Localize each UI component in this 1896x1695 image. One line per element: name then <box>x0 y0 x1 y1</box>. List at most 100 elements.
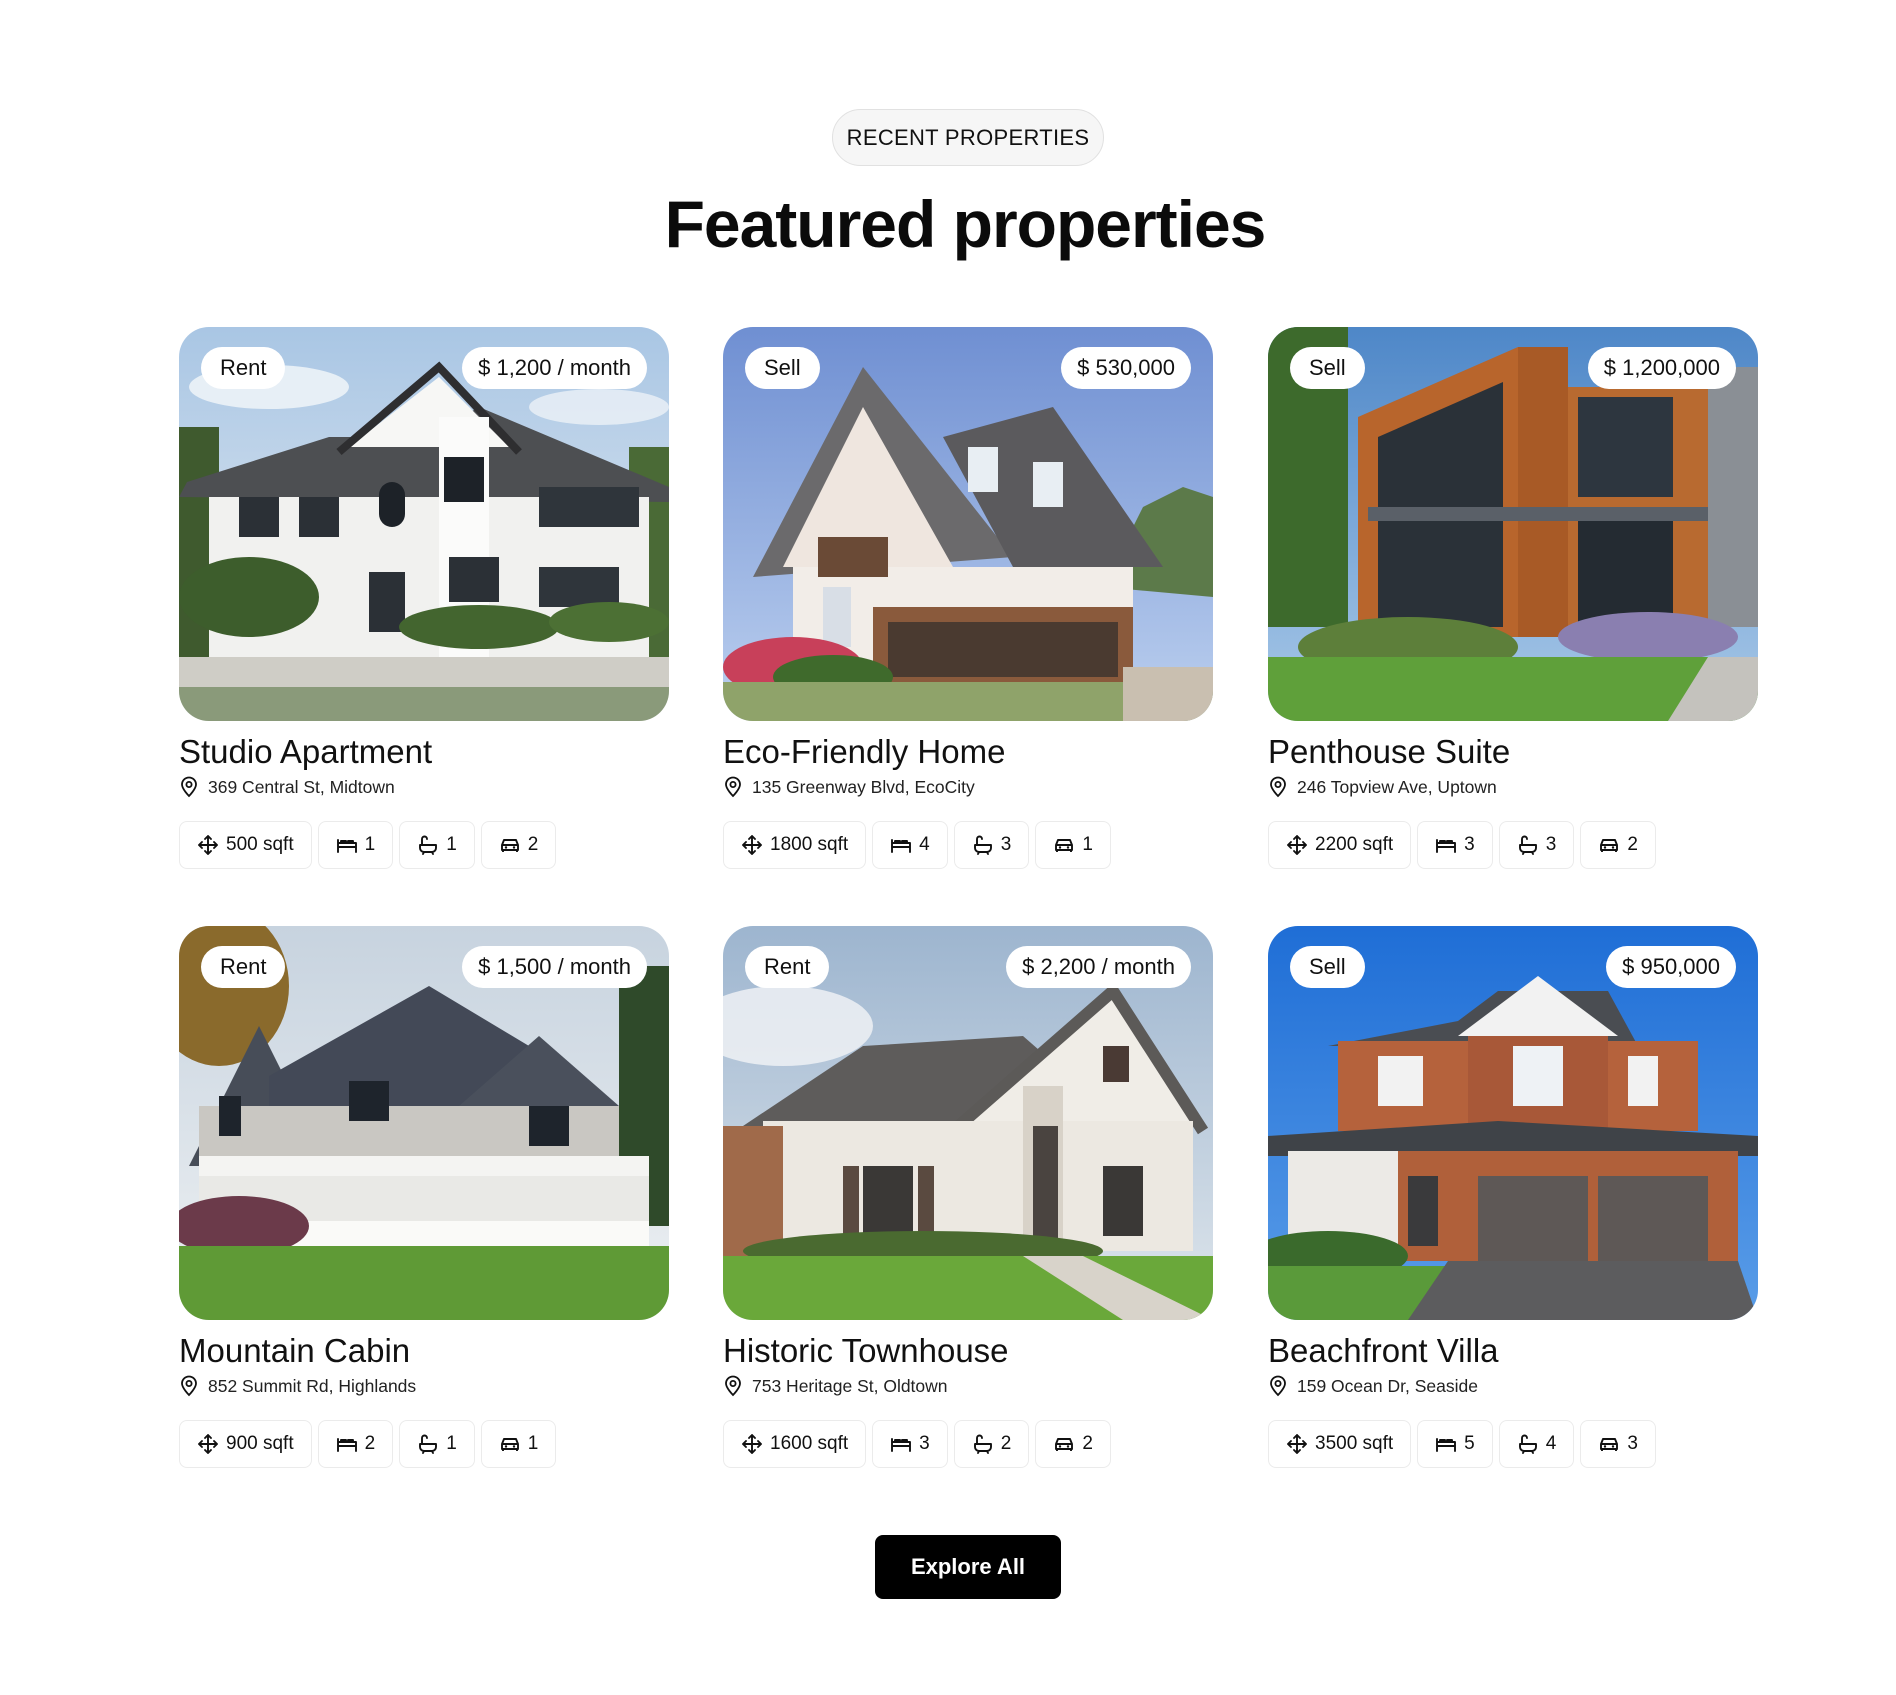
property-photo[interactable]: Rent $ 2,200 / month <box>723 926 1213 1320</box>
garage-spec: 1 <box>480 1420 557 1468</box>
move-arrows-icon <box>1287 835 1307 855</box>
beds-spec: 5 <box>1417 1420 1493 1468</box>
property-card[interactable]: Rent $ 2,200 / month Historic Townhouse … <box>723 926 1213 1468</box>
area-spec: 2200 sqft <box>1268 821 1412 869</box>
price-badge: $ 1,200,000 <box>1587 347 1736 389</box>
baths-spec: 3 <box>953 821 1030 869</box>
address-text: 753 Heritage St, Oldtown <box>752 1375 948 1396</box>
address-text: 135 Greenway Blvd, EcoCity <box>752 776 975 797</box>
page-title: Featured properties <box>664 187 1267 261</box>
address-text: 369 Central St, Midtown <box>208 776 395 797</box>
area-spec: 1600 sqft <box>723 1420 867 1468</box>
listing-status-badge: Rent <box>201 946 286 988</box>
map-pin-icon <box>725 776 741 798</box>
property-title[interactable]: Mountain Cabin <box>179 1332 669 1370</box>
property-address: 753 Heritage St, Oldtown <box>723 1374 1213 1398</box>
property-address: 852 Summit Rd, Highlands <box>179 1374 669 1398</box>
bathtub-icon <box>419 1434 438 1454</box>
garage-spec: 2 <box>1580 821 1656 869</box>
price-badge: $ 950,000 <box>1606 946 1736 988</box>
listing-status-badge: Sell <box>745 347 820 389</box>
move-arrows-icon <box>1287 1434 1307 1454</box>
beds-spec: 4 <box>872 821 948 869</box>
baths-spec: 3 <box>1498 821 1575 869</box>
property-photo[interactable]: Sell $ 530,000 <box>723 327 1213 721</box>
baths-spec: 1 <box>399 821 475 869</box>
property-title[interactable]: Historic Townhouse <box>723 1332 1213 1370</box>
property-address: 246 Topview Ave, Uptown <box>1268 775 1758 799</box>
map-pin-icon <box>725 1375 741 1397</box>
car-icon <box>1055 1438 1074 1451</box>
beds-spec: 1 <box>317 821 394 869</box>
area-spec: 3500 sqft <box>1268 1420 1412 1468</box>
beds-spec: 3 <box>1417 821 1493 869</box>
property-photo[interactable]: Sell $ 950,000 <box>1268 926 1758 1320</box>
price-badge: $ 1,200 / month <box>462 347 647 389</box>
move-arrows-icon <box>198 1434 218 1454</box>
bed-icon <box>336 839 357 853</box>
property-photo[interactable]: Rent $ 1,500 / month <box>179 926 669 1320</box>
section-eyebrow: RECENT PROPERTIES <box>832 109 1104 166</box>
address-text: 852 Summit Rd, Highlands <box>208 1375 417 1396</box>
garage-spec: 2 <box>480 821 557 869</box>
property-photo[interactable]: Rent $ 1,200 / month <box>179 327 669 721</box>
property-specs: 2200 sqft 3 3 2 <box>1268 821 1758 869</box>
bed-icon <box>336 1438 357 1452</box>
map-pin-icon <box>1270 776 1286 798</box>
area-spec: 900 sqft <box>179 1420 312 1468</box>
garage-spec: 3 <box>1580 1420 1656 1468</box>
property-specs: 3500 sqft 5 4 3 <box>1268 1420 1758 1468</box>
property-title[interactable]: Studio Apartment <box>179 733 669 771</box>
property-card[interactable]: Rent $ 1,200 / month Studio Apartment 36… <box>179 327 669 869</box>
property-card[interactable]: Rent $ 1,500 / month Mountain Cabin 852 … <box>179 926 669 1468</box>
garage-spec: 2 <box>1035 1420 1111 1468</box>
beds-spec: 2 <box>317 1420 394 1468</box>
property-specs: 1600 sqft 3 2 2 <box>723 1420 1213 1468</box>
listing-status-badge: Sell <box>1290 946 1365 988</box>
car-icon <box>500 1438 519 1451</box>
bathtub-icon <box>1518 1434 1537 1454</box>
move-arrows-icon <box>742 1434 762 1454</box>
baths-spec: 4 <box>1498 1420 1575 1468</box>
listing-status-badge: Rent <box>745 946 830 988</box>
property-specs: 900 sqft 2 1 1 <box>179 1420 669 1468</box>
price-badge: $ 1,500 / month <box>462 946 647 988</box>
property-photo[interactable]: Sell $ 1,200,000 <box>1268 327 1758 721</box>
car-icon <box>1600 1438 1619 1451</box>
bathtub-icon <box>419 835 438 855</box>
bathtub-icon <box>973 835 992 855</box>
listing-status-badge: Rent <box>201 347 286 389</box>
bed-icon <box>891 1438 912 1452</box>
property-specs: 1800 sqft 4 3 1 <box>723 821 1213 869</box>
price-badge: $ 2,200 / month <box>1006 946 1191 988</box>
listing-status-badge: Sell <box>1290 347 1365 389</box>
move-arrows-icon <box>198 835 218 855</box>
property-address: 135 Greenway Blvd, EcoCity <box>723 775 1213 799</box>
property-specs: 500 sqft 1 1 2 <box>179 821 669 869</box>
address-text: 159 Ocean Dr, Seaside <box>1297 1375 1478 1396</box>
baths-spec: 1 <box>399 1420 475 1468</box>
bed-icon <box>1436 839 1457 853</box>
bed-icon <box>891 839 912 853</box>
property-address: 369 Central St, Midtown <box>179 775 669 799</box>
property-card[interactable]: Sell $ 530,000 Eco-Friendly Home 135 Gre… <box>723 327 1213 869</box>
bed-icon <box>1436 1438 1457 1452</box>
price-badge: $ 530,000 <box>1061 347 1191 389</box>
baths-spec: 2 <box>953 1420 1030 1468</box>
property-title[interactable]: Penthouse Suite <box>1268 733 1758 771</box>
explore-all-button[interactable]: Explore All <box>875 1535 1061 1599</box>
move-arrows-icon <box>742 835 762 855</box>
property-address: 159 Ocean Dr, Seaside <box>1268 1374 1758 1398</box>
map-pin-icon <box>1270 1375 1286 1397</box>
car-icon <box>500 839 519 852</box>
property-title[interactable]: Eco-Friendly Home <box>723 733 1213 771</box>
car-icon <box>1600 839 1619 852</box>
beds-spec: 3 <box>872 1420 948 1468</box>
property-title[interactable]: Beachfront Villa <box>1268 1332 1758 1370</box>
property-card[interactable]: Sell $ 1,200,000 Penthouse Suite 246 Top… <box>1268 327 1758 869</box>
property-card[interactable]: Sell $ 950,000 Beachfront Villa 159 Ocea… <box>1268 926 1758 1468</box>
bathtub-icon <box>973 1434 992 1454</box>
address-text: 246 Topview Ave, Uptown <box>1297 776 1497 797</box>
area-spec: 500 sqft <box>179 821 312 869</box>
map-pin-icon <box>181 1375 197 1397</box>
